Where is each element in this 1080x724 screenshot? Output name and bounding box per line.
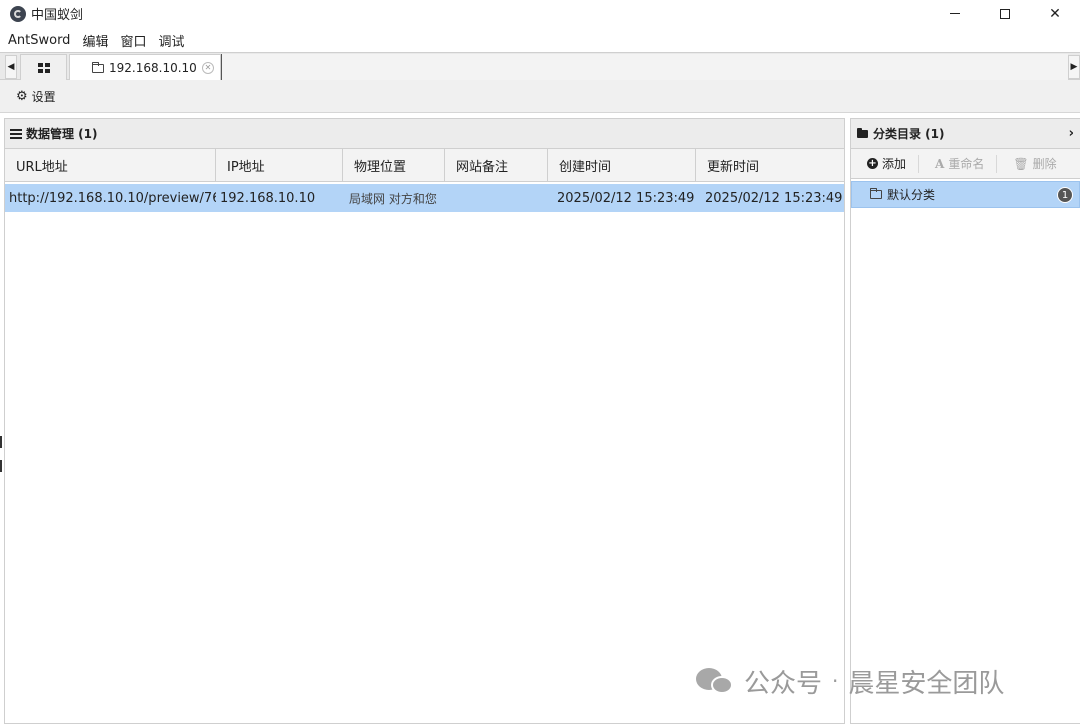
tab-target-host[interactable]: 192.168.10.10 ✕: [69, 54, 221, 81]
tab-scroll-left-button[interactable]: ◀: [5, 55, 17, 79]
main-toolbar: ⚙ 设置: [0, 80, 1080, 113]
data-panel-title: 数据管理 (1): [26, 127, 98, 141]
cell-ip: 192.168.10.10: [220, 190, 316, 206]
maximize-button[interactable]: [980, 0, 1030, 27]
cell-updated: 2025/02/12 15:23:49: [705, 190, 843, 206]
folder-icon: [870, 188, 882, 199]
trash-icon: 🗑: [1013, 156, 1029, 171]
watermark-separator: ·: [832, 669, 839, 693]
tab-bar: ◀ 192.168.10.10 ✕ ▶: [0, 52, 1080, 81]
settings-button[interactable]: 设置: [32, 88, 56, 105]
tab-label: 192.168.10.10: [109, 61, 197, 75]
close-button[interactable]: ✕: [1030, 0, 1080, 27]
wechat-icon: [696, 666, 736, 696]
menu-bar: AntSword 编辑 窗口 调试: [0, 29, 1080, 51]
title-bar: 中国蚁剑 ✕: [0, 0, 1080, 27]
tab-home[interactable]: [20, 54, 67, 80]
column-header-updated[interactable]: 更新时间: [696, 149, 844, 181]
window-controls: ✕: [930, 0, 1080, 27]
caret-left-icon: ◀: [7, 62, 15, 72]
column-header-ip[interactable]: IP地址: [216, 149, 343, 181]
menu-debug[interactable]: 调试: [152, 31, 190, 50]
column-header-note[interactable]: 网站备注: [445, 149, 548, 181]
window-edge-mark: [0, 436, 2, 448]
font-icon: A: [935, 156, 945, 171]
watermark-account-type: 公众号: [744, 668, 823, 699]
minimize-button[interactable]: [930, 0, 980, 27]
menu-antsword[interactable]: AntSword: [0, 33, 76, 48]
column-header-location[interactable]: 物理位置: [343, 149, 445, 181]
cell-location: 局域网 对方和您: [349, 191, 437, 206]
window-edge-mark: [0, 460, 2, 472]
column-header-created[interactable]: 创建时间: [548, 149, 696, 181]
cell-created: 2025/02/12 15:23:49: [557, 190, 695, 206]
add-category-button[interactable]: + 添加: [851, 155, 918, 172]
column-header-url[interactable]: URL地址: [5, 149, 216, 181]
rename-category-button[interactable]: A 重命名: [919, 155, 996, 172]
category-panel-title: 分类目录 (1): [873, 127, 945, 141]
caret-right-icon: ▶: [1070, 62, 1078, 72]
menu-edit[interactable]: 编辑: [76, 31, 114, 50]
list-icon: [10, 128, 22, 139]
data-management-panel: 数据管理 (1) URL地址 IP地址 物理位置 网站备注 创建时间 更新时间 …: [4, 118, 845, 724]
data-panel-header: 数据管理 (1): [5, 119, 844, 149]
antsword-app: 中国蚁剑 ✕ AntSword 编辑 窗口 调试 ◀ 192.168.10.10…: [0, 0, 1080, 724]
watermark: 公众号 · 晨星安全团队: [696, 662, 1004, 700]
category-panel: 分类目录 (1) › + 添加 A 重命名 🗑 删除 默认分类 1: [850, 118, 1080, 724]
add-category-label: 添加: [882, 157, 907, 171]
cell-url: http://192.168.10.10/preview/762: [9, 190, 216, 206]
tab-close-icon[interactable]: ✕: [202, 62, 214, 74]
minimize-icon: [950, 13, 960, 14]
table-row[interactable]: http://192.168.10.10/preview/762 192.168…: [5, 184, 844, 212]
category-item-label: 默认分类: [887, 188, 936, 202]
maximize-icon: [1000, 8, 1010, 19]
category-toolbar: + 添加 A 重命名 🗑 删除: [851, 149, 1080, 179]
menu-window[interactable]: 窗口: [114, 31, 152, 50]
plus-circle-icon: +: [867, 158, 878, 169]
grid-icon: [37, 62, 50, 73]
folder-icon: [92, 61, 104, 73]
tab-scroll-right-button[interactable]: ▶: [1068, 55, 1080, 79]
antsword-logo-icon: [10, 5, 26, 22]
folder-icon: [857, 127, 868, 138]
close-icon: ✕: [1049, 5, 1061, 22]
category-count-badge: 1: [1057, 187, 1073, 203]
tab-strip-empty: [221, 54, 1068, 80]
watermark-name: 晨星安全团队: [848, 668, 1005, 699]
delete-category-label: 删除: [1032, 157, 1057, 171]
gear-icon: ⚙: [16, 88, 28, 104]
window-title: 中国蚁剑: [31, 8, 84, 23]
table-header: URL地址 IP地址 物理位置 网站备注 创建时间 更新时间: [5, 149, 844, 182]
delete-category-button[interactable]: 🗑 删除: [997, 155, 1068, 172]
collapse-panel-chevron-right-icon[interactable]: ›: [1069, 126, 1074, 141]
category-item-default[interactable]: 默认分类 1: [851, 181, 1080, 208]
rename-category-label: 重命名: [948, 157, 985, 171]
category-panel-header: 分类目录 (1) ›: [851, 119, 1080, 149]
